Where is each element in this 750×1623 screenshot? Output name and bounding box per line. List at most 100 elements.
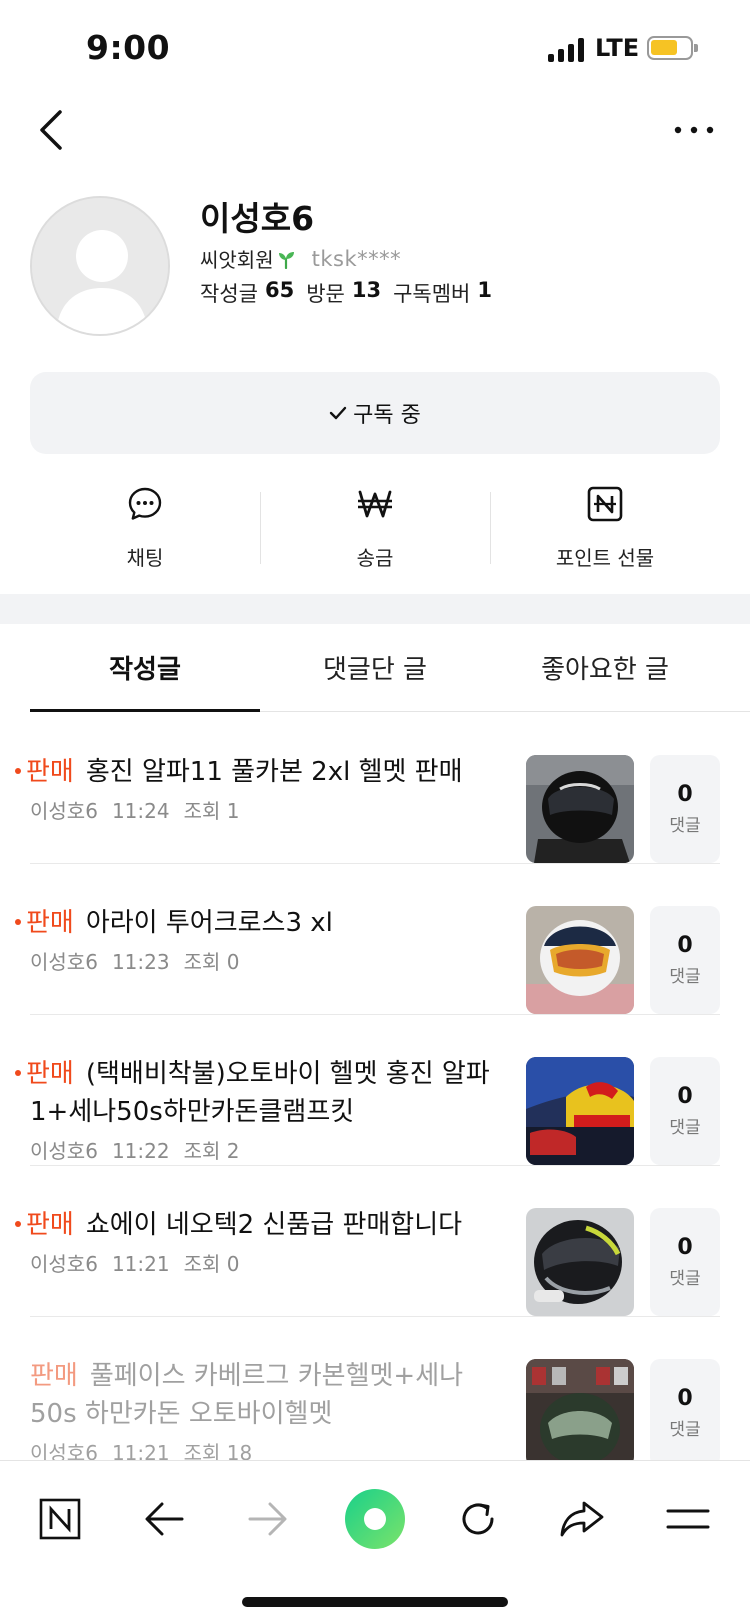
post-title-row: 판매 아라이 투어크로스3 xl [15, 904, 490, 942]
tab-posts[interactable]: 작성글 [30, 624, 260, 712]
comment-count: 0 댓글 [650, 1359, 720, 1461]
post-meta: 이성호6 11:22 조회 2 [30, 1135, 490, 1164]
post-author: 이성호6 [30, 1139, 98, 1163]
post-tag: 판매 [26, 757, 74, 787]
status-time: 9:00 [86, 28, 171, 67]
list-item[interactable]: 판매 홍진 알파11 풀카본 2xl 헬멧 판매 이성호6 11:24 조회 1 0댓… [15, 713, 720, 864]
post-tag: 판매 [26, 1210, 74, 1240]
point-gift-action[interactable]: 포인트 선물 [490, 476, 720, 584]
back-button[interactable] [30, 104, 74, 156]
post-views: 조회 18 [183, 1441, 253, 1461]
naver-point-icon [587, 486, 623, 522]
post-tag: 판매 [26, 908, 74, 938]
post-title-row: 판매 (택배비착불)오토바이 헬멧 홍진 알파1+세나50s하만카돈클램프킷 [15, 1055, 490, 1131]
stat-label: 작성글 [200, 282, 258, 306]
refresh-button[interactable] [448, 1489, 508, 1549]
list-item[interactable]: 판매 아라이 투어크로스3 xl 이성호6 11:23 조회 0 0 댓글 [15, 864, 720, 1015]
post-title: 풀페이스 카베르그 카본헬멧+세나50s 하만카돈 오토바이헬멧 [30, 1361, 464, 1429]
post-meta: 이성호6 11:23 조회 0 [30, 946, 490, 975]
menu-button[interactable] [658, 1489, 718, 1549]
post-tag: 판매 [30, 1361, 78, 1391]
post-thumbnail[interactable] [526, 1359, 634, 1461]
profile-grade-row: 씨앗회원 tksk**** [200, 244, 401, 273]
post-author: 이성호6 [30, 799, 98, 823]
chevron-left-icon [40, 110, 62, 150]
chat-bubble-icon [128, 487, 162, 520]
unread-dot [15, 918, 21, 925]
post-views: 조회 0 [183, 1252, 240, 1276]
post-tag: 판매 [26, 1059, 74, 1089]
comment-count: 0 댓글 [650, 1057, 720, 1165]
chat-label: 채팅 [126, 546, 164, 570]
post-time: 11:21 [111, 1441, 170, 1461]
unread-dot [15, 1069, 21, 1076]
comment-count: 0 댓글 [650, 755, 720, 863]
share-arrow-icon [560, 1501, 604, 1537]
transfer-label: 송금 [356, 546, 394, 570]
refresh-icon [462, 1503, 494, 1535]
tab-commented[interactable]: 댓글단 글 [260, 624, 490, 711]
stat-label: 방문 [306, 282, 345, 306]
default-avatar-icon [32, 198, 168, 334]
check-icon [329, 406, 347, 420]
profile-stats: 작성글 65 방문 13 구독멤버 1 [200, 278, 504, 308]
user-id: tksk**** [311, 246, 402, 271]
post-title-row: 판매 홍진 알파11 풀카본 2xl 헬멧 판매 [15, 753, 490, 791]
list-item[interactable]: 판매 (택배비착불)오토바이 헬멧 홍진 알파1+세나50s하만카돈클램프킷 이성… [15, 1015, 720, 1166]
more-options-button[interactable] [672, 112, 716, 148]
post-time: 11:23 [111, 950, 170, 974]
signal-icon [548, 38, 586, 62]
stat-value: 65 [264, 278, 295, 302]
subscribe-label: 구독 중 [353, 403, 421, 428]
share-button[interactable] [552, 1489, 612, 1549]
post-meta: 이성호6 11:21 조회 18 [30, 1437, 490, 1461]
naver-home-button[interactable] [30, 1489, 90, 1549]
post-thumbnail[interactable] [526, 1208, 634, 1316]
arrow-left-icon [145, 1502, 184, 1536]
post-thumbnail[interactable] [526, 906, 634, 1014]
home-indicator [242, 1597, 508, 1607]
action-row: 채팅 송금 포인트 선물 [30, 476, 720, 584]
forward-nav-button[interactable] [238, 1489, 298, 1549]
transfer-action[interactable]: 송금 [260, 476, 490, 584]
post-title: 홍진 알파11 풀카본 2xl 헬멧 판매 [85, 757, 463, 787]
post-views: 조회 1 [183, 799, 240, 823]
green-dot-icon [345, 1489, 405, 1549]
stat-value: 1 [477, 278, 492, 302]
post-thumbnail[interactable] [526, 755, 634, 863]
unread-dot [15, 1220, 21, 1227]
stat-label: 구독멤버 [393, 282, 471, 306]
post-author: 이성호6 [30, 1441, 98, 1461]
section-divider [0, 594, 750, 624]
post-author: 이성호6 [30, 1252, 98, 1276]
list-item[interactable]: 판매 풀페이스 카베르그 카본헬멧+세나50s 하만카돈 오토바이헬멧 이성호6 1… [30, 1317, 720, 1461]
post-views: 조회 0 [183, 950, 240, 974]
network-label: LTE [595, 34, 640, 62]
naver-n-icon [39, 1498, 81, 1540]
stat-value: 13 [351, 278, 382, 302]
post-time: 11:21 [111, 1252, 170, 1276]
post-title: 쇼에이 네오텍2 신품급 판매합니다 [85, 1210, 463, 1240]
battery-icon [647, 36, 698, 60]
post-views: 조회 2 [183, 1139, 240, 1163]
won-icon [358, 490, 392, 518]
status-bar: 9:00 LTE [0, 0, 750, 96]
sprout-icon [278, 251, 294, 269]
profile-name: 이성호6 [200, 199, 315, 238]
post-title: (택배비착불)오토바이 헬멧 홍진 알파1+세나50s하만카돈클램프킷 [30, 1059, 490, 1127]
point-gift-label: 포인트 선물 [555, 546, 655, 570]
post-thumbnail[interactable] [526, 1057, 634, 1165]
post-title: 아라이 투어크로스3 xl [85, 908, 333, 938]
tab-liked[interactable]: 좋아요한 글 [490, 624, 720, 711]
arrow-right-icon [248, 1502, 287, 1536]
comment-count: 0 댓글 [650, 1208, 720, 1316]
list-item[interactable]: 판매 쇼에이 네오텍2 신품급 판매합니다 이성호6 11:21 조회 0 0 댓글 [15, 1166, 720, 1317]
member-grade: 씨앗회원 [200, 248, 274, 272]
post-meta: 이성호6 11:24 조회 1 [30, 795, 490, 824]
post-list: 판매 홍진 알파11 풀카본 2xl 헬멧 판매 이성호6 11:24 조회 1 0댓… [0, 713, 750, 1461]
back-nav-button[interactable] [134, 1489, 194, 1549]
avatar[interactable] [30, 196, 170, 336]
subscribe-button[interactable]: 구독 중 [30, 372, 720, 454]
chat-action[interactable]: 채팅 [30, 476, 260, 584]
green-dot-button[interactable] [342, 1486, 408, 1552]
